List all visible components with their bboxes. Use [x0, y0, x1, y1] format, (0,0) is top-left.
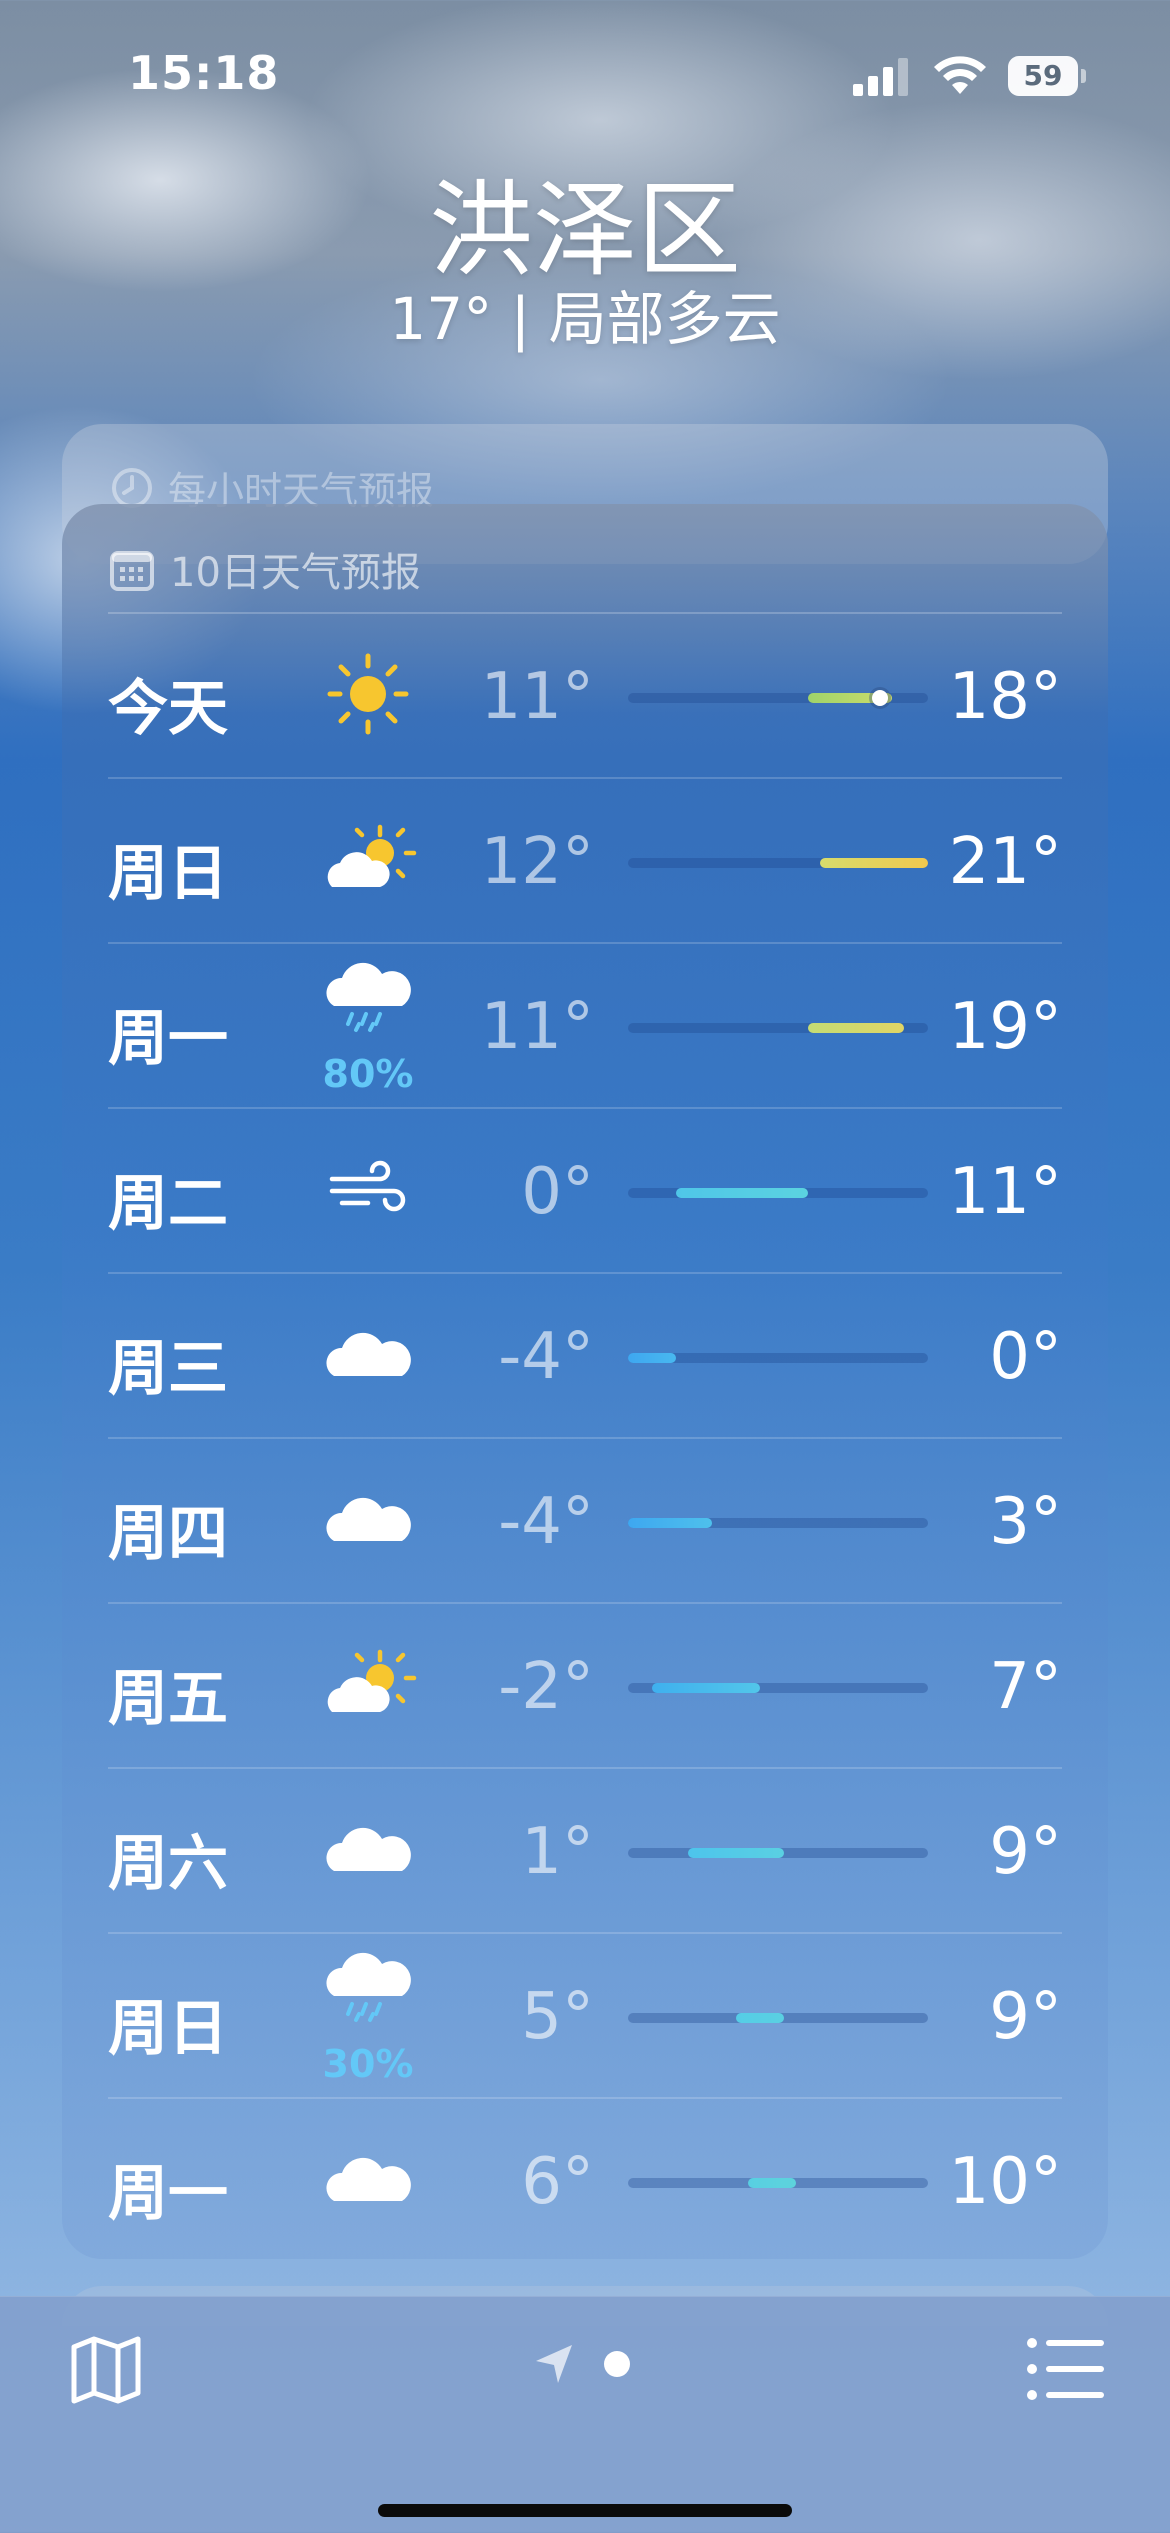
location-arrow-icon[interactable]	[532, 2341, 578, 2387]
low-temperature: 11°	[480, 990, 594, 1064]
cloud-icon	[318, 1304, 418, 1404]
forecast-row[interactable]: 周六 1° 9°	[108, 1769, 1062, 1934]
temperature-range-bar	[628, 1023, 928, 1033]
high-temperature: 3°	[989, 1485, 1062, 1559]
temperature-range-bar	[628, 1683, 928, 1693]
calendar-icon	[110, 551, 154, 591]
temperature-range-fill	[628, 1353, 676, 1363]
forecast-day: 周日	[108, 839, 228, 909]
list-icon[interactable]	[1026, 2335, 1106, 2403]
temperature-range-bar	[628, 690, 928, 706]
forecast-day: 周日	[108, 1994, 228, 2064]
battery-indicator: 59	[1008, 56, 1088, 96]
high-temperature: 9°	[989, 1980, 1062, 2054]
low-temperature: 6°	[521, 2145, 594, 2219]
forecast-row[interactable]: 周四 -4° 3°	[108, 1439, 1062, 1604]
forecast-day: 周四	[108, 1499, 228, 1569]
bottom-toolbar	[0, 2296, 1170, 2533]
forecast-day: 周二	[108, 1169, 228, 1239]
cloud-icon	[318, 1799, 418, 1899]
cellular-signal-icon	[853, 58, 908, 96]
temperature-range-bar	[628, 1353, 928, 1363]
high-temperature: 19°	[948, 990, 1062, 1064]
temperature-range-bar	[628, 2013, 928, 2023]
high-temperature: 0°	[989, 1320, 1062, 1394]
low-temperature: -4°	[498, 1320, 594, 1394]
temperature-range-fill	[808, 1023, 904, 1033]
high-temperature: 9°	[989, 1815, 1062, 1889]
forecast-row[interactable]: 周日 30% 5° 9°	[108, 1934, 1062, 2099]
high-temperature: 21°	[948, 825, 1062, 899]
temperature-range-bar	[628, 858, 928, 868]
ten-day-forecast-title: 10日天气预报	[170, 550, 421, 596]
forecast-row[interactable]: 周一 6° 10°	[108, 2099, 1062, 2259]
current-conditions: 17° | 局部多云	[389, 285, 781, 353]
status-bar: 15:18 59	[0, 0, 1170, 150]
forecast-day: 今天	[108, 674, 228, 744]
cloud-icon	[318, 2129, 418, 2229]
forecast-day: 周一	[108, 1004, 228, 1074]
high-temperature: 18°	[948, 660, 1062, 734]
rain-cloud-icon	[318, 1940, 418, 2040]
status-time: 15:18	[128, 46, 280, 100]
low-temperature: 11°	[480, 660, 594, 734]
temperature-range-fill	[652, 1683, 760, 1693]
temperature-range-bar	[628, 2178, 928, 2188]
forecast-row[interactable]: 周日 12° 21°	[108, 779, 1062, 944]
forecast-day: 周五	[108, 1664, 228, 1734]
temperature-range-bar	[628, 1518, 928, 1528]
map-icon[interactable]	[68, 2331, 144, 2407]
forecast-row[interactable]: 周五 -2° 7°	[108, 1604, 1062, 1769]
temperature-range-fill	[748, 2178, 796, 2188]
temperature-range-fill	[628, 1518, 712, 1528]
temperature-range-fill	[736, 2013, 784, 2023]
temperature-range-bar	[628, 1188, 928, 1198]
wifi-icon	[934, 56, 986, 94]
high-temperature: 7°	[989, 1650, 1062, 1724]
battery-level: 59	[1008, 56, 1078, 96]
low-temperature: 5°	[521, 1980, 594, 2054]
high-temperature: 11°	[948, 1155, 1062, 1229]
forecast-row[interactable]: 今天 11° 18°	[108, 614, 1062, 779]
partly-sunny-icon	[318, 809, 418, 909]
low-temperature: 0°	[521, 1155, 594, 1229]
forecast-day: 周一	[108, 2159, 228, 2229]
temperature-range-bar	[628, 1848, 928, 1858]
cloud-icon	[318, 1469, 418, 1569]
partly-sunny-icon	[318, 1634, 418, 1734]
forecast-day: 周三	[108, 1334, 228, 1404]
temperature-range-fill	[676, 1188, 808, 1198]
home-indicator	[378, 2504, 792, 2517]
current-temperature-dot	[872, 690, 888, 706]
high-temperature: 10°	[948, 2145, 1062, 2219]
forecast-day: 周六	[108, 1829, 228, 1899]
forecast-row[interactable]: 周一 80% 11° 19°	[108, 944, 1062, 1109]
rain-cloud-icon	[318, 950, 418, 1050]
temperature-range-fill	[688, 1848, 784, 1858]
low-temperature: -2°	[498, 1650, 594, 1724]
low-temperature: 1°	[521, 1815, 594, 1889]
ten-day-forecast-card[interactable]: 10日天气预报 今天 11° 18° 周日 12° 21° 周一 80% 11° 19° 周二 0° 1…	[62, 504, 1108, 2259]
sun-icon	[318, 644, 418, 744]
low-temperature: -4°	[498, 1485, 594, 1559]
forecast-row[interactable]: 周二 0° 11°	[108, 1109, 1062, 1274]
clock-icon	[112, 467, 152, 508]
forecast-row[interactable]: 周三 -4° 0°	[108, 1274, 1062, 1439]
page-indicator-dot[interactable]	[604, 2351, 630, 2377]
wind-icon	[318, 1139, 418, 1239]
temperature-range-fill	[820, 858, 928, 868]
low-temperature: 12°	[480, 825, 594, 899]
